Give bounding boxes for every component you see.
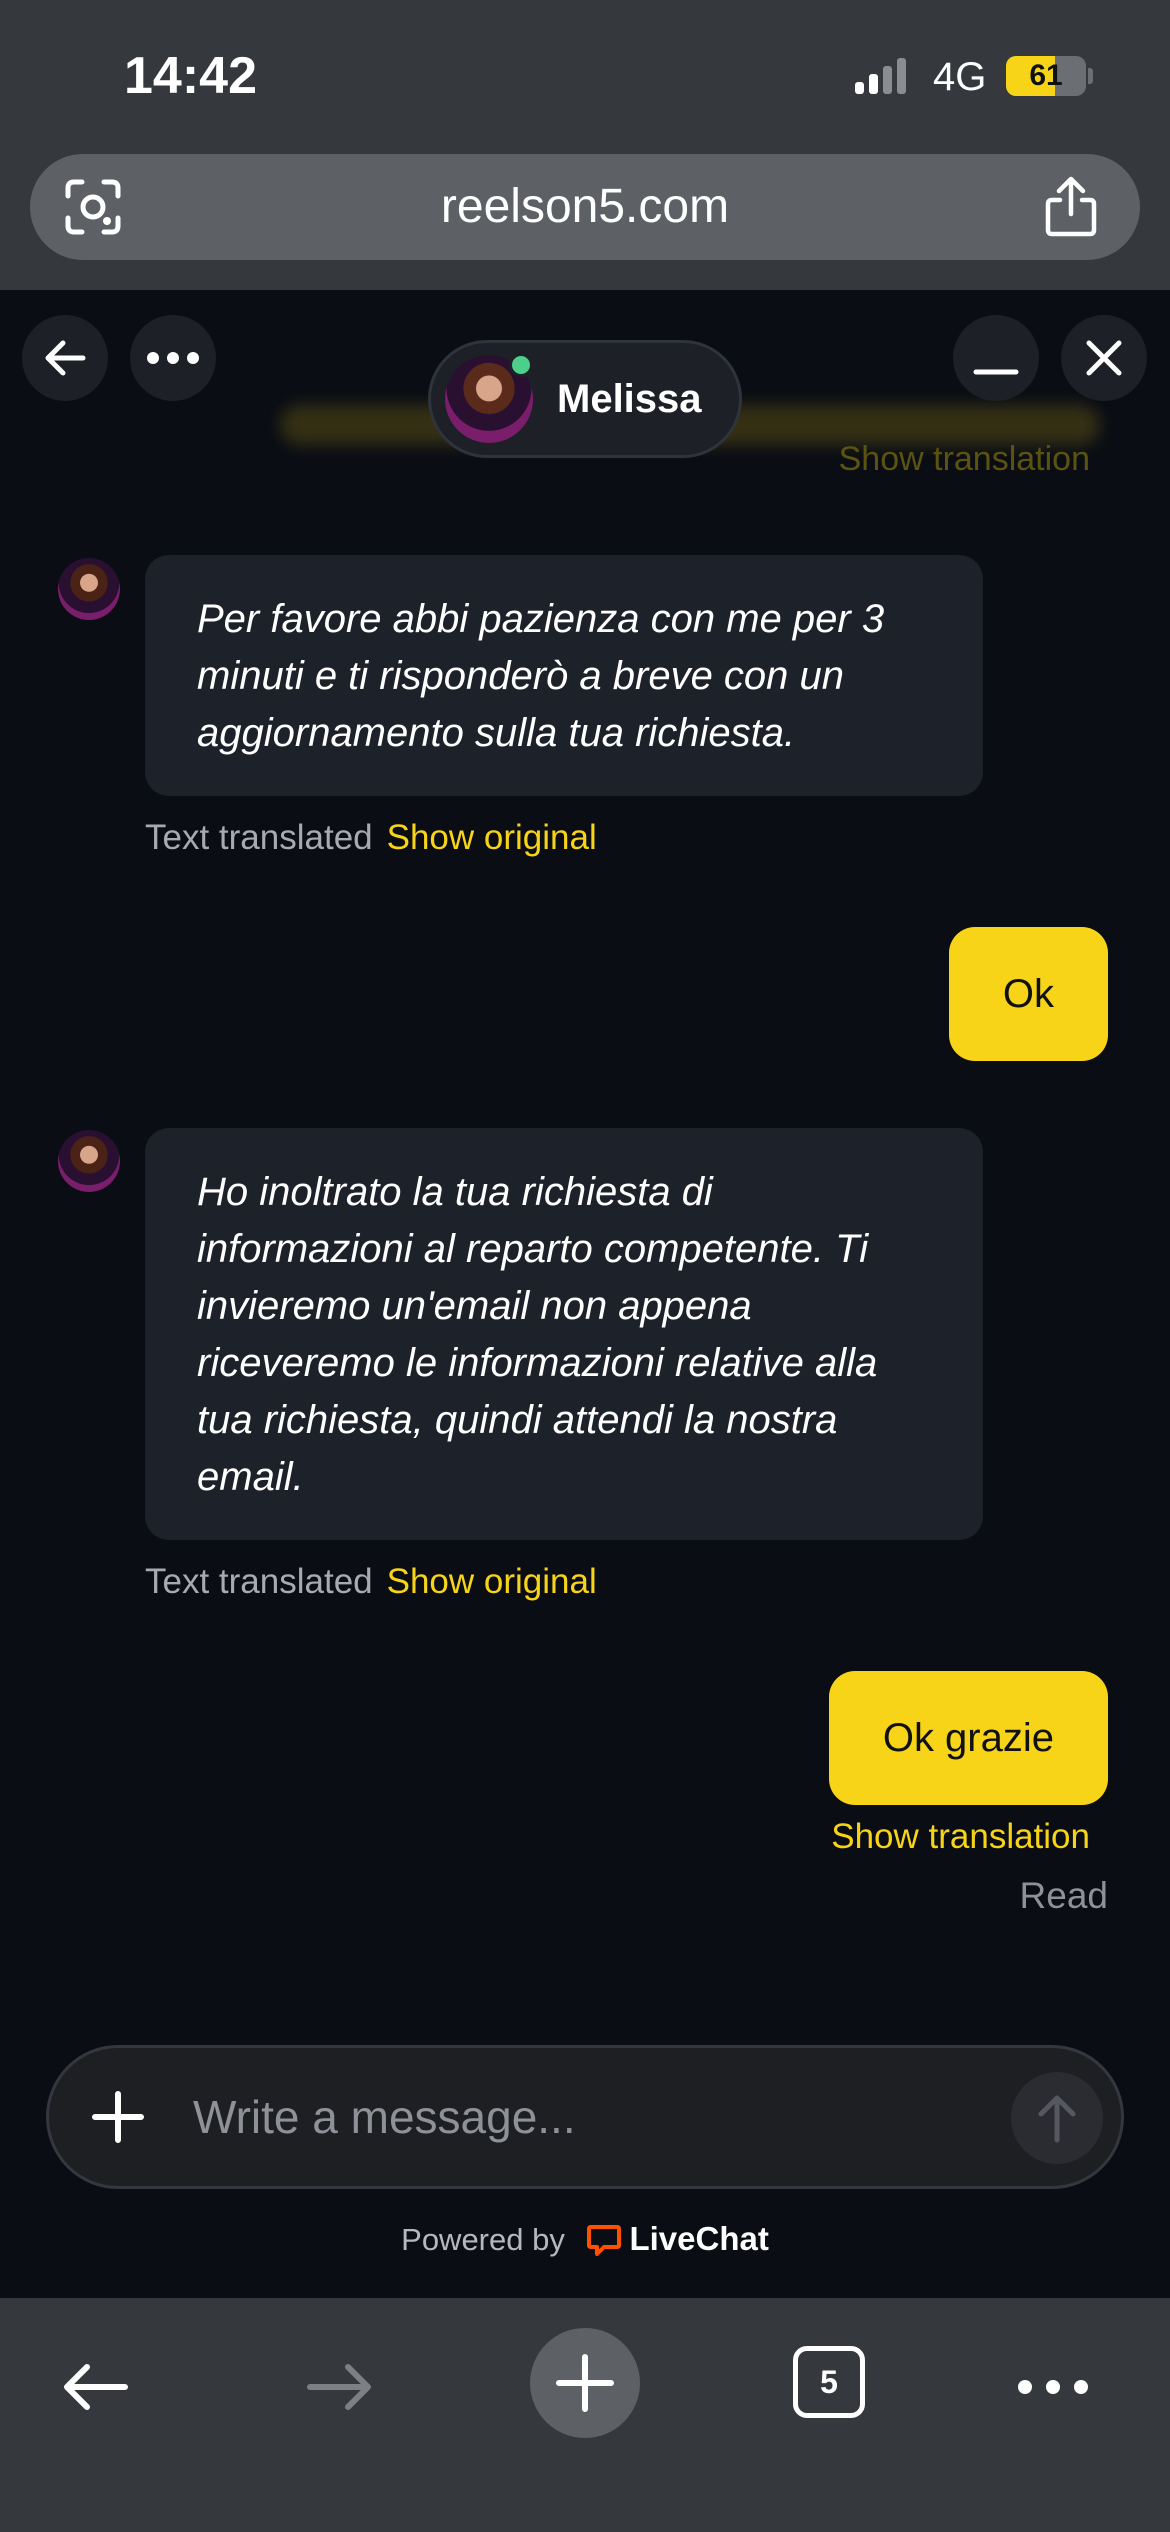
- user-message-bubble: Ok grazie: [828, 1671, 1108, 1805]
- agent-message-bubble: Ho inoltrato la tua richiesta di informa…: [145, 1128, 983, 1540]
- powered-by-label: Powered by: [401, 2222, 565, 2257]
- back-icon: [64, 2364, 128, 2410]
- online-status-dot: [509, 353, 533, 377]
- read-receipt: Read: [1019, 1875, 1108, 1916]
- close-button[interactable]: [1061, 315, 1147, 401]
- status-time: 14:42: [124, 47, 257, 105]
- battery-icon: 61: [1006, 56, 1086, 96]
- send-arrow-icon: [1038, 2095, 1076, 2143]
- more-icon: [1018, 2380, 1088, 2394]
- user-message-bubble: Ok: [948, 927, 1108, 1061]
- browser-forward-button[interactable]: [285, 2332, 395, 2442]
- agent-header[interactable]: Melissa: [428, 340, 742, 458]
- status-bar: 14:42 4G 61: [0, 0, 1170, 150]
- signal-icon: [855, 58, 906, 94]
- browser-address-area: reelson5.com: [0, 150, 1170, 290]
- battery-level: 61: [1029, 59, 1063, 92]
- url-text[interactable]: reelson5.com: [30, 154, 1140, 260]
- minimize-icon: [973, 369, 1019, 375]
- back-arrow-icon: [45, 340, 86, 376]
- agent-message-bubble: Per favore abbi pazienza con me per 3 mi…: [145, 555, 983, 796]
- chat-window: Show translation Melissa Per favore abbi…: [0, 290, 1170, 2298]
- new-tab-icon: [556, 2354, 614, 2412]
- show-translation-link[interactable]: Show translation: [831, 1817, 1090, 1857]
- browser-more-button[interactable]: [998, 2332, 1108, 2442]
- powered-by: Powered by LiveChat: [0, 2220, 1170, 2258]
- agent-message-avatar: [58, 558, 120, 620]
- message-composer: [46, 2045, 1124, 2189]
- message-translation-meta: Text translated Show original: [145, 818, 597, 858]
- text-translated-label: Text translated: [145, 1562, 373, 1601]
- chat-more-button[interactable]: [130, 315, 216, 401]
- plus-icon[interactable]: [79, 2078, 157, 2156]
- close-icon: [1086, 340, 1122, 376]
- new-tab-button[interactable]: [530, 2328, 640, 2438]
- address-bar[interactable]: reelson5.com: [30, 154, 1140, 260]
- share-icon[interactable]: [1042, 176, 1100, 238]
- faded-show-translation[interactable]: Show translation: [839, 440, 1090, 479]
- agent-message-avatar: [58, 1130, 120, 1192]
- text-translated-label: Text translated: [145, 818, 373, 857]
- message-translation-meta: Text translated Show original: [145, 1562, 597, 1602]
- message-input[interactable]: [193, 2048, 1013, 2186]
- livechat-logo-icon: [587, 2225, 622, 2256]
- browser-back-button[interactable]: [40, 2332, 150, 2442]
- network-type: 4G: [933, 55, 987, 99]
- battery-tip: [1088, 68, 1093, 84]
- tabs-icon[interactable]: 5: [793, 2346, 865, 2418]
- show-original-link[interactable]: Show original: [387, 818, 597, 857]
- chat-back-button[interactable]: [22, 315, 108, 401]
- browser-toolbar: 5: [0, 2298, 1170, 2532]
- forward-icon: [307, 2364, 371, 2410]
- minimize-button[interactable]: [953, 315, 1039, 401]
- send-button[interactable]: [1011, 2072, 1103, 2164]
- agent-name: Melissa: [557, 377, 702, 421]
- livechat-brand[interactable]: LiveChat: [629, 2220, 768, 2257]
- show-original-link[interactable]: Show original: [387, 1562, 597, 1601]
- more-icon: [147, 352, 199, 364]
